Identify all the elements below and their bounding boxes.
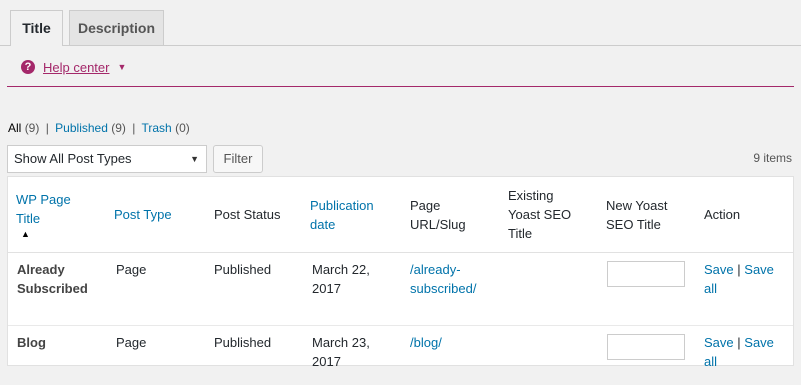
save-all-link[interactable]: all xyxy=(704,281,717,296)
column-new-yoast-seo-title: New Yoast SEO Title xyxy=(606,177,667,252)
help-question-icon: ? xyxy=(21,60,35,74)
column-label: Title xyxy=(508,226,533,241)
pages-table: WP Page Title ▲ Post Type Post Status Pu… xyxy=(7,176,794,369)
row-publication-date: March 23, 2017 xyxy=(312,333,370,371)
row-slug-line[interactable]: subscribed/ xyxy=(410,281,476,296)
column-label: Yoast SEO xyxy=(508,207,572,222)
separator: | xyxy=(737,335,741,350)
filter-trash-count: (0) xyxy=(175,121,190,135)
post-type-select[interactable]: Show All Post Types ▼ xyxy=(7,145,207,173)
chevron-down-icon: ▼ xyxy=(190,154,199,164)
table-row: Blog Page Published March 23, 2017 /blog… xyxy=(8,325,793,385)
new-seo-title-input[interactable] xyxy=(607,334,685,360)
column-label: Page xyxy=(410,197,441,213)
row-post-type: Page xyxy=(116,335,147,350)
row-date-line: 2017 xyxy=(312,281,341,296)
column-label: URL/Slug xyxy=(410,216,466,232)
table-header: WP Page Title ▲ Post Type Post Status Pu… xyxy=(8,177,793,253)
filter-published[interactable]: Published xyxy=(55,121,108,135)
column-label: New Yoast xyxy=(606,197,668,213)
filter-button[interactable]: Filter xyxy=(213,145,263,173)
row-date-line: March 23, xyxy=(312,335,370,350)
column-existing-yoast-seo-title: Existing Yoast SEO Title xyxy=(508,177,571,252)
row-publication-date: March 22, 2017 xyxy=(312,260,370,298)
items-count: 9 items xyxy=(753,151,792,165)
row-actions: Save | Save all xyxy=(704,333,774,371)
column-wp-page-title[interactable]: WP Page Title ▲ xyxy=(16,177,71,252)
column-label: SEO Title xyxy=(606,216,661,232)
column-publication-date[interactable]: Publication date xyxy=(310,177,374,252)
row-title-line: Already xyxy=(17,262,65,277)
column-label: Publication xyxy=(310,197,374,213)
row-slug-line[interactable]: /already- xyxy=(410,262,461,277)
table-row: Already Subscribed Page Published March … xyxy=(8,252,793,326)
column-label: Existing xyxy=(508,188,554,203)
tab-bar: Title Description xyxy=(0,0,801,46)
separator: | xyxy=(132,121,136,135)
post-type-select-value: Show All Post Types xyxy=(14,151,132,166)
status-filter-links: All (9) | Published (9) | Trash (0) xyxy=(8,121,190,135)
row-slug-link[interactable]: /already- subscribed/ xyxy=(410,260,476,298)
row-slug-link[interactable]: /blog/ xyxy=(410,333,442,352)
save-all-link[interactable]: all xyxy=(704,354,717,369)
column-label: WP Page xyxy=(16,191,71,207)
column-label: Title xyxy=(16,210,41,226)
help-center[interactable]: ? Help center ▼ xyxy=(21,58,126,76)
row-date-line: March 22, xyxy=(312,262,370,277)
tab-title[interactable]: Title xyxy=(10,10,63,46)
filter-trash[interactable]: Trash xyxy=(142,121,172,135)
row-title: Already Subscribed xyxy=(17,260,88,298)
separator: | xyxy=(737,262,741,277)
sort-ascending-icon: ▲ xyxy=(21,228,30,239)
column-post-type[interactable]: Post Type xyxy=(114,177,172,252)
filter-published-count: (9) xyxy=(111,121,126,135)
tab-description[interactable]: Description xyxy=(69,10,164,45)
column-page-url-slug: Page URL/Slug xyxy=(410,177,466,252)
row-post-type: Page xyxy=(116,262,147,277)
column-label: Action xyxy=(704,207,741,222)
row-title-line: Subscribed xyxy=(17,281,88,296)
filter-all[interactable]: All xyxy=(8,121,21,135)
help-center-link[interactable]: Help center xyxy=(43,60,109,75)
column-action: Action xyxy=(704,177,740,252)
column-label: date xyxy=(310,216,336,232)
save-all-link[interactable]: Save xyxy=(744,335,774,350)
row-title: Blog xyxy=(17,333,46,352)
row-slug-line[interactable]: /blog/ xyxy=(410,335,442,350)
row-post-status: Published xyxy=(214,335,272,350)
save-all-link[interactable]: Save xyxy=(744,262,774,277)
save-link[interactable]: Save xyxy=(704,335,734,350)
save-link[interactable]: Save xyxy=(704,262,734,277)
help-divider xyxy=(7,86,794,87)
new-seo-title-input[interactable] xyxy=(607,261,685,287)
column-post-status: Post Status xyxy=(214,177,280,252)
caret-down-icon[interactable]: ▼ xyxy=(117,62,126,72)
separator: | xyxy=(45,121,49,135)
column-label: Post Status xyxy=(214,207,281,222)
row-date-line: 2017 xyxy=(312,354,341,369)
row-post-status: Published xyxy=(214,262,272,277)
filter-all-count: (9) xyxy=(24,121,40,135)
column-label: Post Type xyxy=(114,207,172,222)
row-actions: Save | Save all xyxy=(704,260,774,298)
row-title-line: Blog xyxy=(17,335,46,350)
